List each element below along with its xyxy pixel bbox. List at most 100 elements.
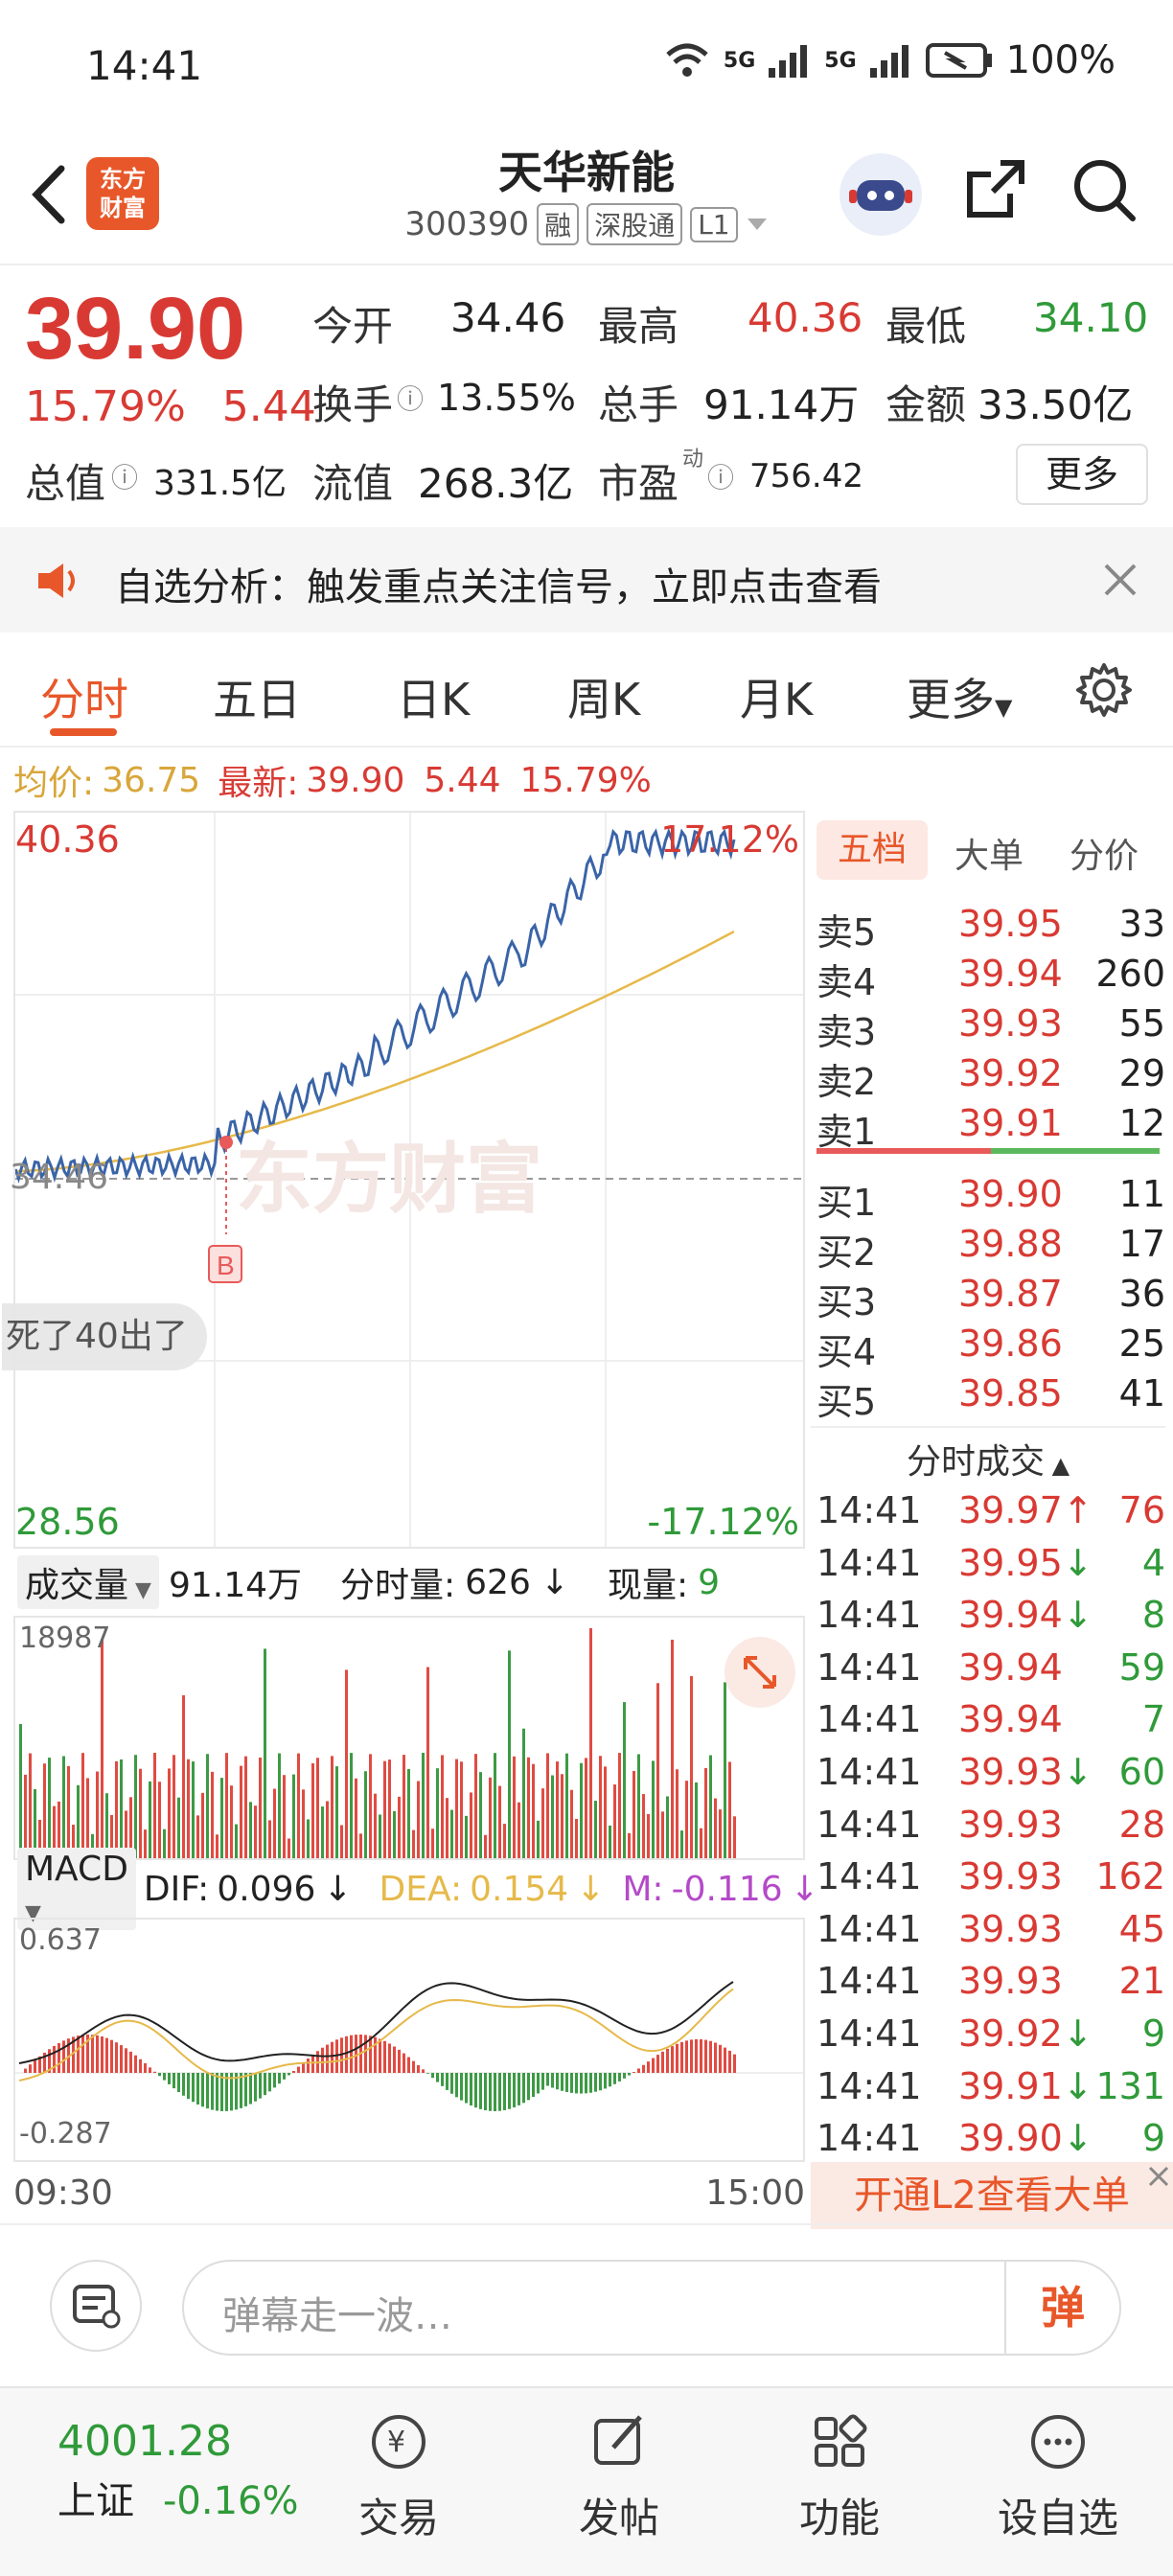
- send-danmaku-button[interactable]: 弹: [1004, 2262, 1119, 2354]
- edit-icon: [594, 2415, 642, 2465]
- tab-five-level[interactable]: 五档: [816, 820, 928, 880]
- tab-big-order[interactable]: 大单: [954, 828, 1024, 878]
- macd-bar: [585, 2073, 587, 2094]
- tab-weekly-k[interactable]: 周K: [567, 665, 640, 728]
- wifi-icon: [666, 43, 708, 77]
- close-icon[interactable]: [1146, 2164, 1171, 2189]
- volume-chart[interactable]: 18987: [13, 1616, 805, 1860]
- ask-volume: 33: [1118, 903, 1165, 945]
- tab-five-day[interactable]: 五日: [213, 665, 301, 728]
- robot-assistant-icon[interactable]: [840, 153, 922, 236]
- bid-level: 买4: [816, 1331, 877, 1373]
- index-ticker[interactable]: 4001.28 上证 -0.16%: [58, 2417, 299, 2525]
- macd-bar: [575, 2073, 578, 2094]
- macd-bar: [647, 2061, 650, 2073]
- settings-gear-icon[interactable]: [1075, 661, 1133, 719]
- macd-bar: [331, 2041, 334, 2073]
- tick-time: 14:41: [816, 1855, 922, 1898]
- tab-price-dist[interactable]: 分价: [1070, 828, 1138, 878]
- tab-monthly-k[interactable]: 月K: [740, 665, 813, 728]
- macd-bar: [283, 2073, 286, 2080]
- volume-bar: [196, 1815, 199, 1858]
- tab-intraday[interactable]: 分时: [40, 665, 128, 728]
- ask-row[interactable]: 卖1 39.91 12: [816, 1102, 1165, 1153]
- tick-volume: 45: [1118, 1907, 1165, 1950]
- volume-bar: [43, 1763, 46, 1858]
- tick-time: 14:41: [816, 1751, 922, 1793]
- bid-row[interactable]: 买3 39.87 36: [816, 1273, 1165, 1323]
- ask-row[interactable]: 卖2 39.92 29: [816, 1052, 1165, 1103]
- volume-bar: [570, 1789, 573, 1858]
- caret-down-icon: ▼: [128, 1578, 151, 1602]
- macd-bar: [724, 2047, 726, 2073]
- macd-bar: [177, 2073, 180, 2093]
- tab-daily-k[interactable]: 日K: [397, 665, 470, 728]
- volume-bar: [379, 1814, 381, 1858]
- tab-more[interactable]: 更多▼: [907, 665, 1012, 728]
- up-arrow-icon: ↑: [1062, 1489, 1093, 1531]
- nav-post-label: 发帖: [578, 2495, 659, 2542]
- nav-trade[interactable]: ¥ 交易: [322, 2407, 475, 2544]
- danmaku-input[interactable]: 弹幕走一波… 弹: [182, 2260, 1121, 2356]
- volume-bar: [153, 1753, 156, 1858]
- macd-bar: [129, 2051, 132, 2073]
- macd-bar: [609, 2073, 611, 2087]
- close-icon[interactable]: [1102, 562, 1138, 598]
- bid-row[interactable]: 买5 39.85 41: [816, 1372, 1165, 1423]
- ask-row[interactable]: 卖4 39.94 260: [816, 953, 1165, 1003]
- expand-icon[interactable]: [724, 1637, 795, 1708]
- volume-bar: [541, 1788, 544, 1858]
- nav-post[interactable]: 发帖: [542, 2407, 696, 2544]
- macd-bar: [503, 2073, 506, 2110]
- macd-bar: [364, 2035, 367, 2073]
- macd-chart[interactable]: 0.637 -0.287: [13, 1918, 805, 2162]
- share-icon[interactable]: [962, 155, 1029, 222]
- volume-bar: [565, 1753, 568, 1858]
- macd-bar: [518, 2073, 520, 2105]
- amount-value: 33.50亿: [978, 381, 1134, 428]
- current-volume-value: 9: [698, 1562, 721, 1602]
- volume-bar: [532, 1763, 535, 1858]
- volume-bar: [441, 1755, 444, 1858]
- bid-row[interactable]: 买4 39.86 25: [816, 1322, 1165, 1373]
- bid-row[interactable]: 买2 39.88 17: [816, 1223, 1165, 1274]
- more-button[interactable]: 更多: [1016, 444, 1148, 505]
- nav-functions[interactable]: 功能: [763, 2407, 916, 2544]
- alert-banner[interactable]: 自选分析：触发重点关注信号，立即点击查看: [0, 527, 1173, 632]
- tick-volume: 21: [1118, 1960, 1165, 2003]
- volume-value: 91.14万: [703, 381, 860, 428]
- search-icon[interactable]: [1070, 155, 1138, 224]
- macd-bar: [508, 2073, 511, 2109]
- volume-bar: [24, 1774, 27, 1858]
- l2-upgrade-banner[interactable]: 开通L2查看大单: [811, 2162, 1173, 2229]
- macd-bar: [489, 2073, 492, 2111]
- comment-list-icon[interactable]: [50, 2260, 142, 2352]
- tick-price: 39.92↓: [958, 2012, 1093, 2055]
- ask-row[interactable]: 卖5 39.95 33: [816, 903, 1165, 954]
- macd-bar: [474, 2073, 477, 2108]
- ask-row[interactable]: 卖3 39.93 55: [816, 1002, 1165, 1053]
- intraday-chart[interactable]: 东方财富 B 40.36 17.12% 34.46 28.56 -17.12% …: [2, 811, 805, 1549]
- time-axis: 09:30 15:00: [13, 2166, 805, 2223]
- index-value: 4001.28: [58, 2417, 232, 2466]
- volume-indicator-select[interactable]: 成交量 ▼: [17, 1555, 159, 1609]
- danmaku-bubble[interactable]: 死了40出了: [2, 1303, 207, 1370]
- ticks-title[interactable]: 分时成交 ▲: [811, 1434, 1165, 1484]
- volume-bar: [652, 1760, 655, 1858]
- macd-bar: [685, 2040, 688, 2073]
- volume-bar: [350, 1753, 353, 1858]
- macd-bar: [196, 2073, 199, 2104]
- macd-bar: [388, 2043, 391, 2073]
- more-dots-icon: [1031, 2415, 1085, 2469]
- nav-add-watchlist[interactable]: 设自选: [981, 2407, 1135, 2544]
- macd-bar: [139, 2058, 142, 2073]
- macd-bar: [24, 2068, 27, 2073]
- info-circle-icon: ⓘ: [111, 462, 139, 494]
- bid-row[interactable]: 买1 39.90 11: [816, 1173, 1165, 1224]
- ask-volume: 29: [1118, 1052, 1165, 1094]
- volume-bar: [585, 1758, 587, 1858]
- volume-bar: [288, 1838, 290, 1858]
- dea-label: DEA:: [379, 1869, 463, 1909]
- ask-price: 39.92: [958, 1052, 1063, 1094]
- volume-bar: [637, 1754, 640, 1858]
